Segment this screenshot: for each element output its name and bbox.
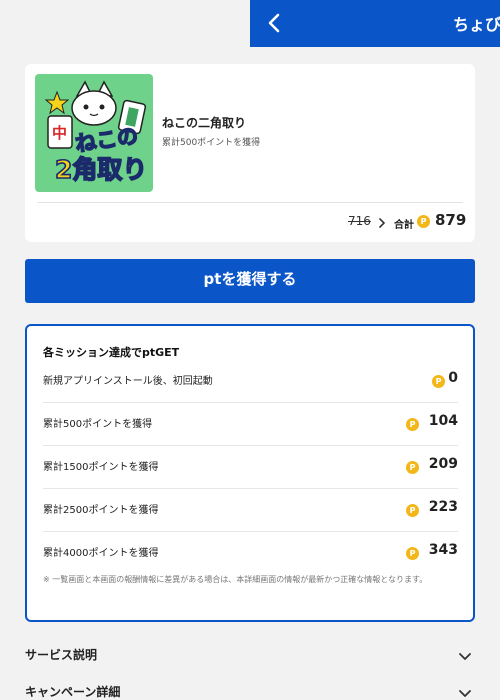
get-points-button[interactable]: ptを獲得する [25, 259, 475, 303]
mission-label: 累計4000ポイントを獲得 [43, 548, 159, 559]
icon-title-big: 2角取り [54, 154, 148, 185]
mission-row: 累計500ポイントを獲得 P 104 [43, 403, 458, 446]
total-points: 879 [435, 211, 467, 229]
total-label: 合計 [394, 220, 414, 231]
coin-icon: P [406, 504, 419, 517]
page-title: ちょび [453, 15, 500, 34]
mission-points: 343 [428, 542, 458, 558]
back-arrow-icon[interactable] [262, 10, 288, 36]
mission-row: 累計1500ポイントを獲得 P 209 [43, 446, 458, 489]
coin-icon: P [432, 375, 445, 388]
coin-icon: P [406, 418, 419, 431]
missions-title: 各ミッション達成でptGET [43, 346, 180, 359]
app-subtitle: 累計500ポイントを獲得 [162, 138, 261, 148]
mission-points: 209 [428, 456, 458, 472]
old-points: 716 [348, 214, 371, 228]
divider [37, 202, 463, 203]
coin-icon: P [406, 461, 419, 474]
mission-label: 累計1500ポイントを獲得 [43, 462, 159, 473]
mission-points: 104 [428, 413, 458, 429]
mission-row: 累計4000ポイントを獲得 P 343 [43, 532, 458, 575]
mission-row: 累計2500ポイントを獲得 P 223 [43, 489, 458, 532]
app-name: ねこの二角取り [162, 116, 247, 130]
chevron-down-icon [459, 690, 471, 697]
accordion-label: キャンペーン詳細 [25, 685, 121, 699]
icon-tile-text: 中 [52, 124, 68, 142]
app-card: 中 ねこの 2角取り ねこの二角取り 累計500ポイントを獲得 716 合計 P… [25, 64, 475, 242]
accordion-label: サービス説明 [25, 648, 98, 662]
mission-row: 新規アプリインストール後、初回起動 P 0 [43, 360, 458, 403]
mission-label: 新規アプリインストール後、初回起動 [43, 376, 213, 387]
missions-box: 各ミッション達成でptGET 新規アプリインストール後、初回起動 P 0 累計5… [25, 324, 475, 622]
mission-label: 累計2500ポイントを獲得 [43, 505, 159, 516]
coin-icon: P [406, 547, 419, 560]
chevron-down-icon [459, 653, 471, 660]
coin-icon: P [417, 215, 430, 228]
accordion-service-description[interactable]: サービス説明 [25, 646, 475, 676]
mission-label: 累計500ポイントを獲得 [43, 419, 153, 430]
missions-note: ※ 一覧画面と本画面の報酬情報に差異がある場合は、本詳細画面の情報が最新かつ正確… [43, 575, 428, 584]
mission-points: 223 [428, 499, 458, 515]
header-bar: ちょび [250, 0, 500, 47]
accordion-campaign-details[interactable]: キャンペーン詳細 [25, 683, 475, 700]
chevron-right-icon [379, 218, 385, 228]
app-icon[interactable]: 中 ねこの 2角取り [35, 74, 153, 192]
mission-points: 0 [448, 370, 458, 386]
